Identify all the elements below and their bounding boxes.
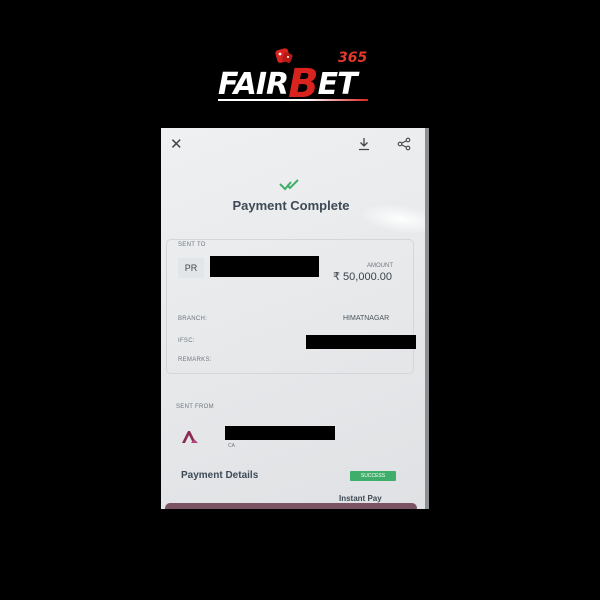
ifsc-label: IFSC: — [178, 338, 195, 344]
bank-logo-icon — [182, 431, 198, 443]
redacted-recipient-name — [210, 256, 319, 277]
amount-label: AMOUNT — [367, 263, 393, 269]
payment-receipt-screen: ✕ Payment Complete SENT TO PR AMOUNT ₹ 5… — [161, 128, 429, 509]
amount-value: ₹ 50,000.00 — [333, 271, 392, 283]
logo-underline — [218, 99, 368, 101]
payment-details-title: Payment Details — [181, 470, 259, 481]
phone-edge — [425, 128, 429, 509]
payment-status-title: Payment Complete — [232, 198, 350, 213]
sent-from-label: SENT FROM — [176, 404, 214, 410]
download-icon[interactable] — [357, 137, 371, 151]
fairbet-logo: 365 FAIRBET — [218, 42, 378, 104]
logo-word-end: ET — [317, 67, 358, 102]
account-type: CA — [228, 443, 235, 449]
logo-word-start: FAIR — [218, 67, 289, 102]
status-badge: SUCCESS — [350, 471, 396, 481]
sent-to-label: SENT TO — [178, 242, 206, 248]
redacted-sender-name — [225, 426, 335, 440]
branch-label: BRANCH: — [178, 316, 208, 322]
logo-word-b: B — [288, 61, 318, 107]
remarks-label: REMARKS: — [178, 357, 212, 363]
close-icon[interactable]: ✕ — [170, 135, 183, 153]
redacted-ifsc — [306, 335, 416, 349]
share-icon[interactable] — [397, 137, 411, 151]
bottom-action-bar[interactable] — [165, 503, 417, 509]
screenshot-stage: 365 FAIRBET ✕ Payment Complete SENT TO P… — [0, 0, 600, 600]
logo-wordmark: FAIRBET — [218, 61, 358, 107]
partial-detail-text: Instant Pay — [339, 494, 382, 503]
branch-value: HIMATNAGAR — [343, 315, 390, 322]
check-icon — [279, 179, 299, 191]
recipient-avatar: PR — [178, 258, 204, 278]
